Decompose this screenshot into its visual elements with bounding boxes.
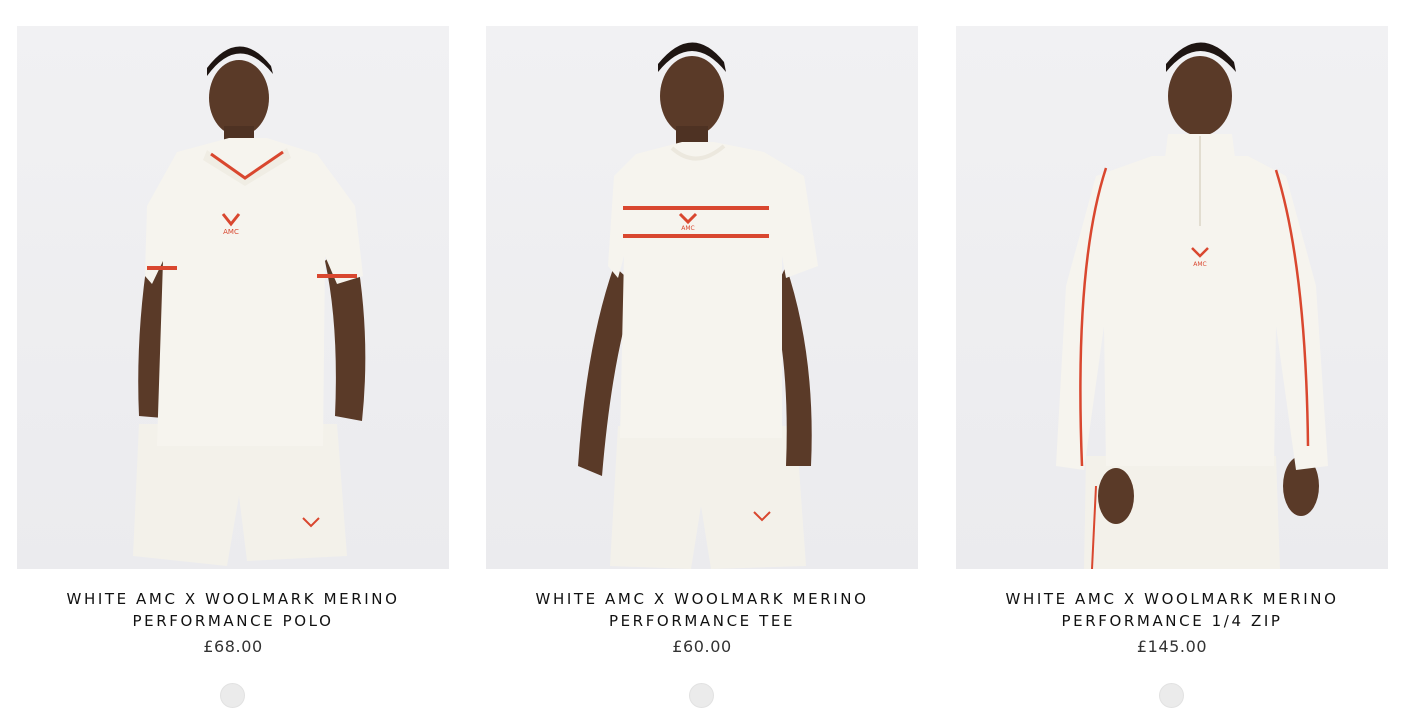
color-swatch-white[interactable] <box>220 683 245 708</box>
product-grid: AMC WHITE AMC X WOOLMARK MERINO PERFORMA… <box>0 0 1404 719</box>
product-title-line: PERFORMANCE POLO <box>132 612 334 630</box>
product-title[interactable]: WHITE AMC X WOOLMARK MERINO PERFORMANCE … <box>956 588 1388 632</box>
product-image[interactable]: AMC <box>486 26 918 569</box>
product-card: AMC WHITE AMC X WOOLMARK MERINO PERFORMA… <box>956 0 1388 719</box>
svg-text:AMC: AMC <box>1193 261 1206 268</box>
product-title-line: WHITE AMC X WOOLMARK MERINO <box>66 590 400 608</box>
model-wearing-tee-image: AMC <box>578 42 818 569</box>
product-title[interactable]: WHITE AMC X WOOLMARK MERINO PERFORMANCE … <box>17 588 449 632</box>
product-price: £145.00 <box>1136 637 1208 656</box>
product-title[interactable]: WHITE AMC X WOOLMARK MERINO PERFORMANCE … <box>486 588 918 632</box>
product-title-line: PERFORMANCE 1/4 ZIP <box>1061 612 1283 630</box>
svg-text:AMC: AMC <box>223 228 239 236</box>
svg-text:AMC: AMC <box>681 225 694 232</box>
product-card: AMC WHITE AMC X WOOLMARK MERINO PERFORMA… <box>486 0 918 719</box>
product-card: AMC WHITE AMC X WOOLMARK MERINO PERFORMA… <box>17 0 449 719</box>
product-title-line: WHITE AMC X WOOLMARK MERINO <box>1005 590 1339 608</box>
product-title-line: WHITE AMC X WOOLMARK MERINO <box>535 590 869 608</box>
product-image[interactable]: AMC <box>956 26 1388 569</box>
color-swatch-white[interactable] <box>1159 683 1184 708</box>
model-wearing-polo-image: AMC <box>133 46 366 566</box>
product-title-line: PERFORMANCE TEE <box>608 612 796 630</box>
color-swatch-white[interactable] <box>689 683 714 708</box>
model-wearing-quarter-zip-image: AMC <box>1056 42 1328 569</box>
product-price: £68.00 <box>203 637 263 656</box>
product-image[interactable]: AMC <box>17 26 449 569</box>
product-price: £60.00 <box>672 637 732 656</box>
